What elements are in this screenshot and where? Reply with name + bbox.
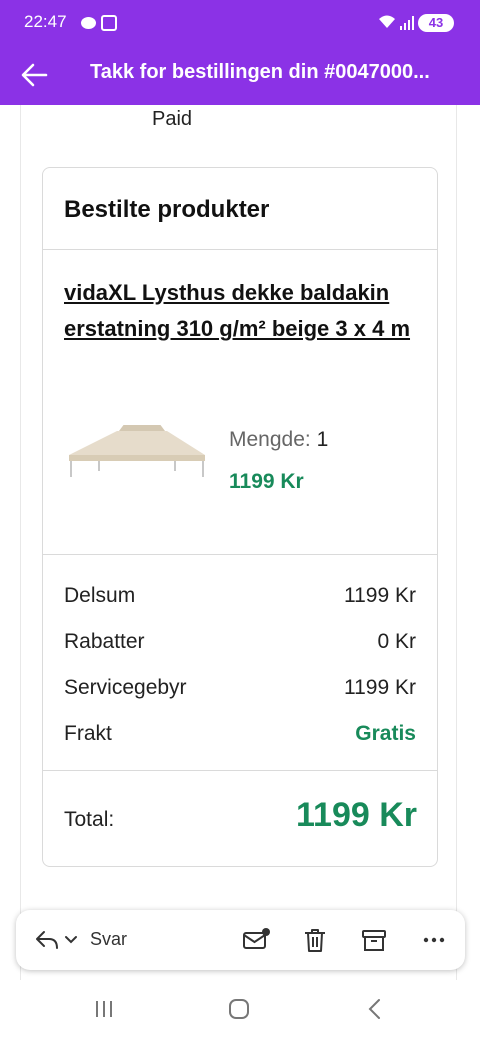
signal-icon (400, 16, 414, 30)
chevron-down-icon[interactable] (64, 932, 78, 946)
summary-label: Rabatter (64, 630, 145, 653)
email-body[interactable]: Paid Bestilte produkter vidaXL Lysthus d… (0, 105, 480, 980)
mark-unread-icon[interactable] (242, 926, 270, 954)
more-icon[interactable] (420, 926, 448, 954)
summary-label: Delsum (64, 584, 136, 607)
email-subject-title: Takk for bestillingen din #0047000... (90, 61, 430, 83)
summary-label: Frakt (64, 722, 112, 745)
summary-label: Servicegebyr (64, 676, 187, 699)
screenshot-notification-icon (101, 15, 117, 31)
status-time: 22:47 (24, 12, 67, 31)
wifi-icon (378, 14, 396, 33)
summary-value: Gratis (355, 722, 416, 745)
total-value: 1199 Kr (296, 796, 417, 834)
recent-apps-icon[interactable] (89, 994, 119, 1024)
total-label: Total: (64, 808, 115, 831)
product-price: 1199 Kr (229, 470, 304, 493)
reply-icon[interactable] (34, 928, 60, 952)
trash-icon[interactable] (301, 926, 329, 954)
quantity-value: 1 (316, 428, 329, 451)
divider (43, 554, 437, 555)
product-image[interactable] (65, 423, 207, 477)
email-app: 22:47 43 Takk for bestillingen din #0047… (0, 0, 480, 1040)
summary-row-subtotal: Delsum 1199 Kr (64, 584, 416, 612)
card-title: Bestilte produkter (64, 196, 270, 223)
chat-notification-icon (81, 17, 96, 29)
quantity: Mengde: 1 (229, 428, 328, 452)
home-icon[interactable] (224, 994, 254, 1024)
card-header: Bestilte produkter (43, 168, 437, 250)
summary-value: 1199 Kr (344, 584, 416, 607)
divider (43, 770, 437, 771)
ordered-products-card: Bestilte produkter vidaXL Lysthus dekke … (42, 167, 438, 867)
back-arrow-icon[interactable] (18, 58, 52, 92)
summary-row-discounts: Rabatter 0 Kr (64, 630, 416, 658)
product-link[interactable]: vidaXL Lysthus dekke baldakin erstatning… (64, 275, 424, 347)
system-nav-bar (0, 980, 480, 1040)
reply-toolbar: Svar (16, 910, 465, 970)
status-bar: 22:47 43 (0, 0, 480, 46)
archive-icon[interactable] (360, 926, 388, 954)
quantity-label: Mengde: (229, 428, 311, 451)
reply-button-label[interactable]: Svar (90, 929, 127, 950)
battery-icon: 43 (418, 14, 454, 32)
summary-value: 1199 Kr (344, 676, 416, 699)
back-nav-icon[interactable] (360, 994, 390, 1024)
app-header: Takk for bestillingen din #0047000... (0, 46, 480, 105)
summary-row-shipping: Frakt Gratis (64, 722, 416, 750)
summary-value: 0 Kr (377, 630, 416, 653)
payment-status-text: Paid (152, 108, 193, 130)
summary-row-service-fee: Servicegebyr 1199 Kr (64, 676, 416, 704)
